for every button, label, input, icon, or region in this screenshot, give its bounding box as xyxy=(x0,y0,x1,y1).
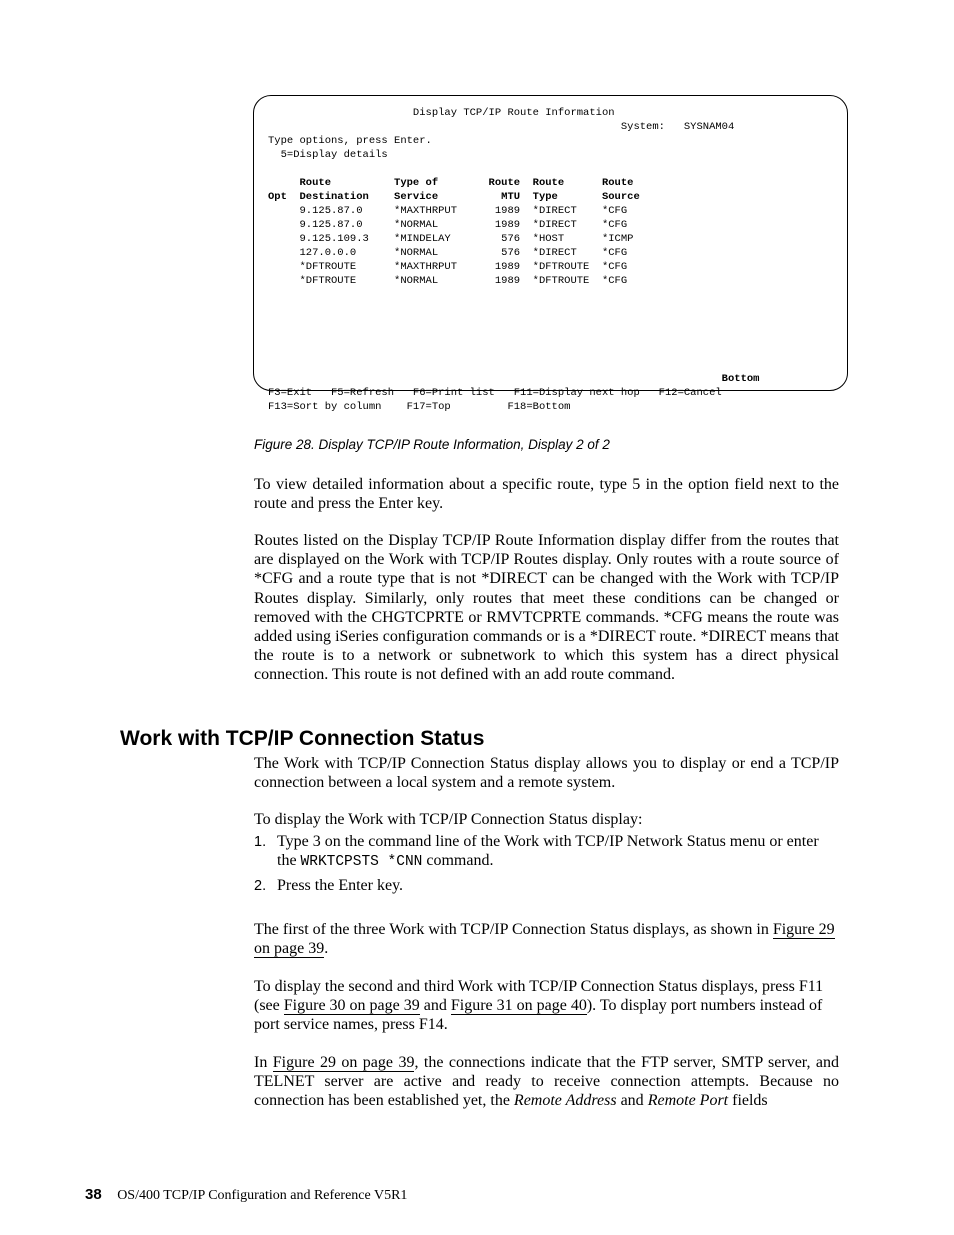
page-footer: 38 OS/400 TCP/IP Configuration and Refer… xyxy=(85,1186,407,1204)
list-number: 2. xyxy=(254,877,266,896)
paragraph: To display the Work with TCP/IP Connecti… xyxy=(254,810,839,829)
figure-caption: Figure 28. Display TCP/IP Route Informat… xyxy=(254,437,610,452)
list-item: 2. Press the Enter key. xyxy=(254,876,839,895)
footer-text: OS/400 TCP/IP Configuration and Referenc… xyxy=(117,1188,407,1203)
para-text: In xyxy=(254,1054,273,1071)
paragraph: The Work with TCP/IP Connection Status d… xyxy=(254,754,839,792)
page-number: 38 xyxy=(85,1186,102,1203)
terminal-screen: Display TCP/IP Route Information System:… xyxy=(253,95,848,391)
page: Display TCP/IP Route Information System:… xyxy=(0,0,954,1235)
list-text: Press the Enter key. xyxy=(277,877,403,894)
para-text: The first of the three Work with TCP/IP … xyxy=(254,921,773,938)
ordered-list: 1. Type 3 on the command line of the Wor… xyxy=(254,832,839,900)
section-heading: Work with TCP/IP Connection Status xyxy=(120,727,484,751)
para-text: fields xyxy=(728,1092,768,1109)
para-text: . xyxy=(324,940,328,957)
para-text: and xyxy=(420,997,451,1014)
paragraph: The first of the three Work with TCP/IP … xyxy=(254,920,839,958)
paragraph: To display the second and third Work wit… xyxy=(254,977,839,1035)
list-item: 1. Type 3 on the command line of the Wor… xyxy=(254,832,839,872)
terminal-content: Display TCP/IP Route Information System:… xyxy=(268,106,833,414)
paragraph: To view detailed information about a spe… xyxy=(254,475,839,513)
paragraph: In Figure 29 on page 39, the connections… xyxy=(254,1053,839,1111)
field-name: Remote Port xyxy=(648,1092,728,1109)
figure-link[interactable]: Figure 29 on page 39 xyxy=(273,1054,415,1072)
figure-link[interactable]: Figure 30 on page 39 xyxy=(284,997,420,1015)
command-text: WRKTCPSTS *CNN xyxy=(301,854,423,870)
para-text: and xyxy=(617,1092,648,1109)
field-name: Remote Address xyxy=(514,1092,617,1109)
list-text: command. xyxy=(422,852,493,869)
figure-link[interactable]: Figure 31 on page 40 xyxy=(451,997,587,1015)
paragraph: Routes listed on the Display TCP/IP Rout… xyxy=(254,531,839,685)
list-number: 1. xyxy=(254,833,266,852)
